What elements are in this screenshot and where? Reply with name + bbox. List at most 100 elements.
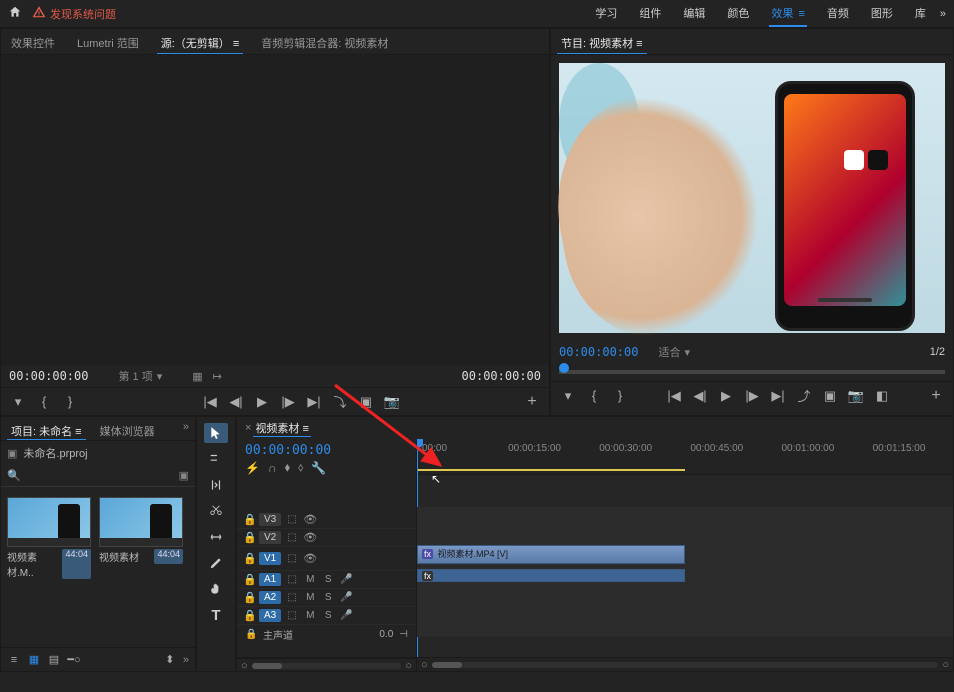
overflow-icon[interactable]: » bbox=[940, 8, 946, 20]
solo-button[interactable]: S bbox=[321, 610, 335, 621]
lock-icon[interactable]: 🔒 bbox=[243, 609, 255, 622]
track-header-a3[interactable]: 🔒 A3 ⬚ M S 🎤 bbox=[237, 607, 416, 625]
workspace-tab-learn[interactable]: 学习 bbox=[593, 1, 619, 27]
zoom-level[interactable]: 1/2 bbox=[930, 346, 945, 358]
sort-icon[interactable]: ⬍ bbox=[163, 653, 177, 666]
expand-icon[interactable]: ⊣ bbox=[399, 629, 408, 640]
source-icon-1[interactable]: ▦ bbox=[192, 370, 202, 383]
slip-tool[interactable] bbox=[204, 527, 228, 547]
tab-lumetri-scopes[interactable]: Lumetri 范围 bbox=[73, 33, 143, 54]
system-warning[interactable]: 发现系统问题 bbox=[32, 5, 116, 22]
scroll-left-icon[interactable]: ○ bbox=[421, 659, 428, 671]
video-clip[interactable]: fx 视频素材.MP4 [V] bbox=[417, 545, 685, 564]
selection-tool[interactable] bbox=[204, 423, 228, 443]
snap-icon[interactable]: ⚡ bbox=[245, 461, 260, 475]
track-target-icon[interactable]: ⬚ bbox=[285, 553, 299, 564]
timeline-ruler[interactable]: c00:00 00:00:15:00 00:00:30:00 00:00:45:… bbox=[417, 439, 953, 475]
track-select-tool[interactable] bbox=[204, 449, 228, 469]
workspace-tab-effects[interactable]: 效果 ≡ bbox=[769, 1, 806, 27]
play-icon[interactable]: ▶ bbox=[253, 394, 271, 410]
track-target-icon[interactable]: ⬚ bbox=[285, 574, 299, 585]
compare-icon[interactable]: ◧ bbox=[873, 388, 891, 404]
mute-button[interactable]: M bbox=[303, 574, 317, 585]
step-back-icon[interactable]: ◀| bbox=[691, 388, 709, 404]
vertical-zoom-scrollbar[interactable] bbox=[252, 663, 402, 669]
eye-icon[interactable]: 👁 bbox=[303, 531, 317, 544]
linked-selection-icon[interactable]: ∩ bbox=[268, 461, 277, 475]
scroll-right-icon[interactable]: ○ bbox=[405, 660, 412, 672]
freeform-view-icon[interactable]: ▤ bbox=[47, 653, 61, 666]
track-header-a2[interactable]: 🔒 A2 ⬚ M S 🎤 bbox=[237, 589, 416, 607]
lock-icon[interactable]: 🔒 bbox=[243, 591, 255, 604]
button-editor-icon[interactable]: + bbox=[927, 387, 945, 405]
track-header-v1[interactable]: 🔒 V1 ⬚ 👁 bbox=[237, 547, 416, 571]
list-view-icon[interactable]: ≡ bbox=[7, 654, 21, 666]
eye-icon[interactable]: 👁 bbox=[303, 513, 317, 526]
track-row-v3[interactable] bbox=[417, 507, 953, 525]
in-out-bar[interactable] bbox=[417, 469, 685, 471]
track-row-master[interactable] bbox=[417, 621, 953, 637]
workspace-tab-audio[interactable]: 音频 bbox=[825, 1, 851, 27]
overflow-icon[interactable]: » bbox=[183, 421, 189, 440]
go-to-in-icon[interactable]: |◀ bbox=[665, 388, 683, 404]
tab-effect-controls[interactable]: 效果控件 bbox=[7, 33, 59, 54]
workspace-tab-libraries[interactable]: 库 bbox=[913, 1, 928, 27]
ripple-edit-tool[interactable] bbox=[204, 475, 228, 495]
track-label[interactable]: A3 bbox=[259, 609, 281, 622]
tab-media-browser[interactable]: 媒体浏览器 bbox=[96, 421, 159, 440]
timeline-tracks-area[interactable]: c00:00 00:00:15:00 00:00:30:00 00:00:45:… bbox=[417, 439, 953, 657]
marker-icon[interactable]: ⬧ bbox=[285, 460, 290, 475]
hand-tool[interactable] bbox=[204, 579, 228, 599]
mute-button[interactable]: M bbox=[303, 610, 317, 621]
scroll-right-icon[interactable]: ○ bbox=[942, 659, 949, 671]
fit-dropdown[interactable]: 适合 ▾ bbox=[658, 344, 690, 360]
go-to-out-icon[interactable]: ▶| bbox=[769, 388, 787, 404]
icon-view-icon[interactable]: ▦ bbox=[27, 653, 41, 666]
mini-playhead[interactable] bbox=[559, 363, 569, 373]
workspace-tab-graphics[interactable]: 图形 bbox=[869, 1, 895, 27]
razor-tool[interactable] bbox=[204, 501, 228, 521]
go-to-out-icon[interactable]: ▶| bbox=[305, 394, 323, 410]
home-icon[interactable] bbox=[8, 5, 22, 22]
overwrite-icon[interactable]: ▣ bbox=[357, 394, 375, 410]
lock-icon[interactable]: 🔒 bbox=[243, 573, 255, 586]
voice-over-icon[interactable]: 🎤 bbox=[339, 610, 353, 621]
extract-icon[interactable]: ▣ bbox=[821, 388, 839, 404]
track-row-a2[interactable] bbox=[417, 585, 953, 603]
track-row-a1[interactable]: fx bbox=[417, 567, 953, 585]
master-track-header[interactable]: 🔒 主声道 0.0 ⊣ bbox=[237, 625, 416, 643]
settings-icon[interactable]: ⬨ bbox=[298, 460, 303, 475]
program-tc-left[interactable]: 00:00:00:00 bbox=[559, 345, 638, 359]
insert-icon[interactable]: ⤵ bbox=[331, 392, 349, 411]
track-row-v2[interactable] bbox=[417, 525, 953, 543]
lock-icon[interactable]: 🔒 bbox=[245, 629, 257, 640]
bin-item[interactable]: 视频素材.M.. 44:04 bbox=[7, 497, 91, 581]
solo-button[interactable]: S bbox=[321, 574, 335, 585]
track-target-icon[interactable]: ⬚ bbox=[285, 532, 299, 543]
step-forward-icon[interactable]: |▶ bbox=[743, 388, 761, 404]
type-tool[interactable]: T bbox=[204, 605, 228, 625]
mark-out-icon[interactable]: } bbox=[611, 388, 629, 404]
audio-clip[interactable]: fx bbox=[417, 569, 685, 582]
source-select-dropdown[interactable]: 第 1 项 ▾ bbox=[118, 368, 162, 384]
tab-source-none[interactable]: 源:（无剪辑） ≡ bbox=[157, 33, 244, 54]
tab-program[interactable]: 节目: 视频素材 ≡ bbox=[557, 33, 647, 54]
step-forward-icon[interactable]: |▶ bbox=[279, 394, 297, 410]
solo-button[interactable]: S bbox=[321, 592, 335, 603]
scroll-left-icon[interactable]: ○ bbox=[241, 660, 248, 672]
source-viewer[interactable] bbox=[1, 55, 549, 365]
export-frame-icon[interactable]: 📷 bbox=[383, 394, 401, 410]
zoom-slider[interactable]: ━○ bbox=[67, 653, 81, 666]
lock-icon[interactable]: 🔒 bbox=[243, 552, 255, 565]
source-tc-left[interactable]: 00:00:00:00 bbox=[9, 369, 88, 383]
workspace-tab-editing[interactable]: 编辑 bbox=[681, 1, 707, 27]
voice-over-icon[interactable]: 🎤 bbox=[339, 574, 353, 585]
track-row-v1[interactable]: fx 视频素材.MP4 [V] bbox=[417, 543, 953, 567]
workspace-tab-color[interactable]: 颜色 bbox=[725, 1, 751, 27]
workspace-tab-assembly[interactable]: 组件 bbox=[637, 1, 663, 27]
mute-button[interactable]: M bbox=[303, 592, 317, 603]
track-target-icon[interactable]: ⬚ bbox=[285, 592, 299, 603]
track-row-a3[interactable] bbox=[417, 603, 953, 621]
track-target-icon[interactable]: ⬚ bbox=[285, 514, 299, 525]
step-back-icon[interactable]: ◀| bbox=[227, 394, 245, 410]
